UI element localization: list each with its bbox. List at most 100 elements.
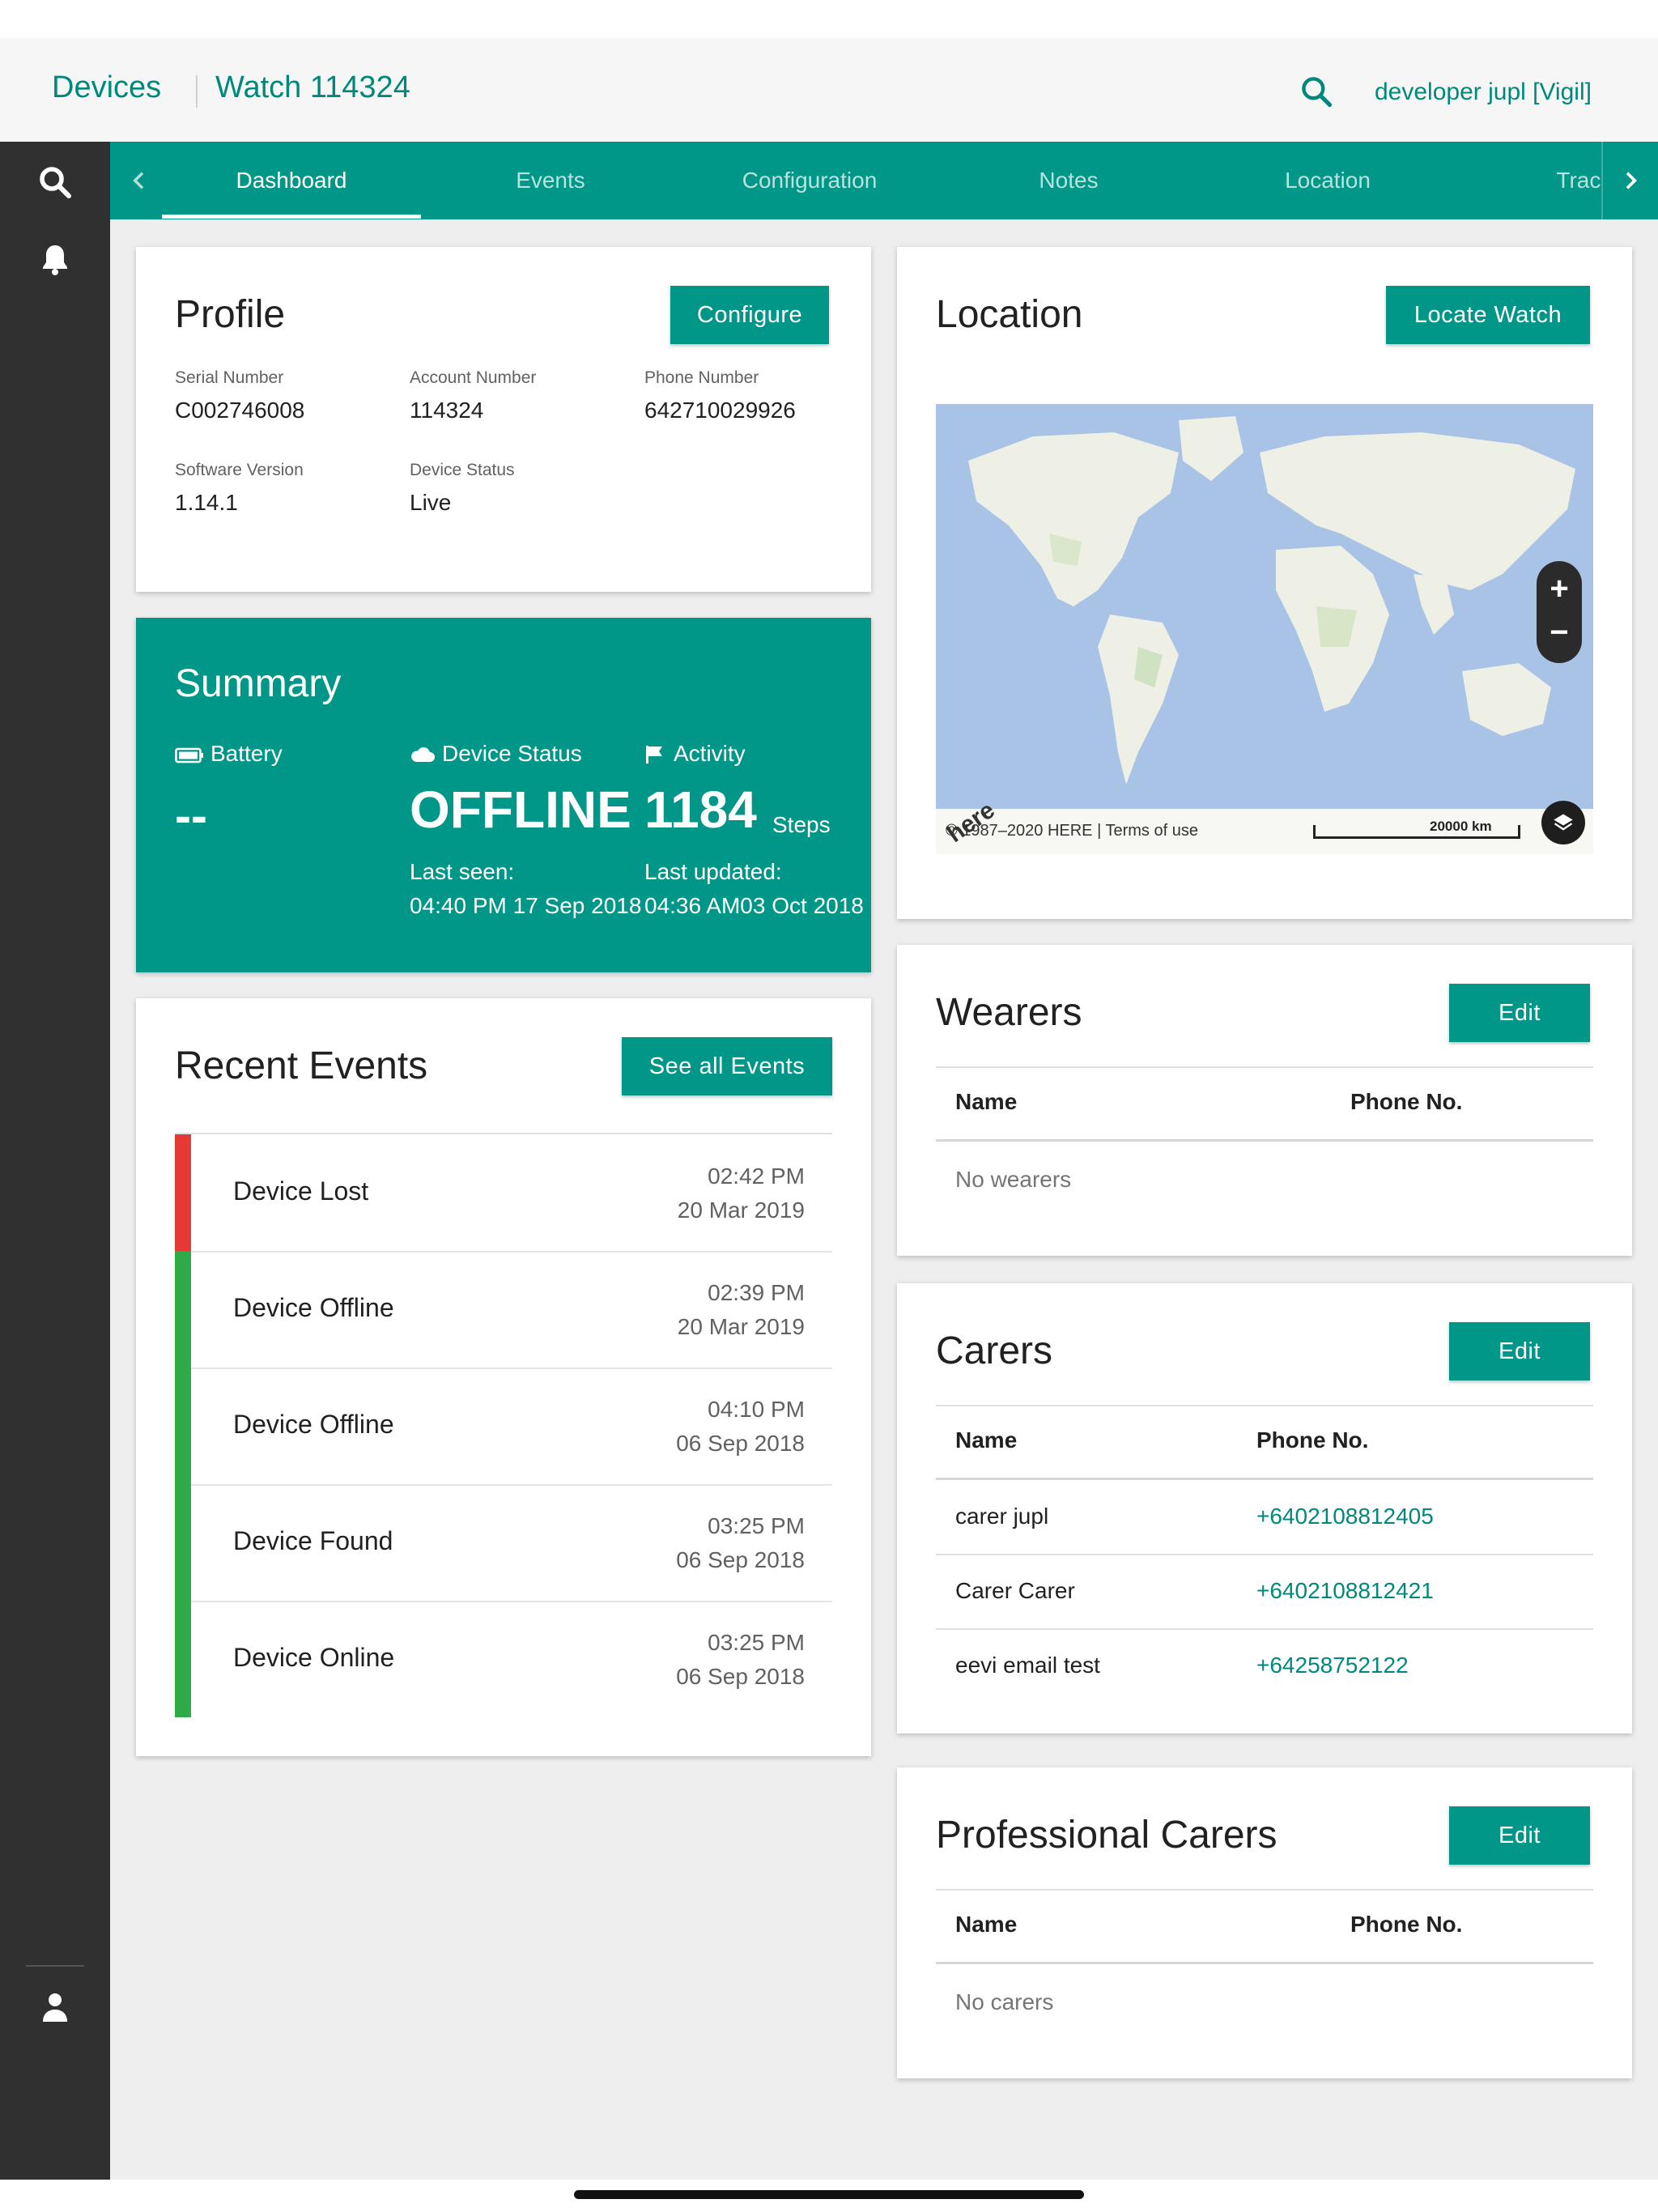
profile-card: Profile Configure Serial Number C0027460… [136, 247, 871, 592]
carers-card: Carers Edit Name Phone No. carer jupl +6… [897, 1283, 1632, 1733]
zoom-out-button[interactable]: − [1537, 610, 1582, 655]
event-time: 03:25 PM [708, 1630, 805, 1655]
professional-carers-edit-button[interactable]: Edit [1449, 1806, 1590, 1865]
event-row[interactable]: Device Lost 02:42 PM 20 Mar 2019 [175, 1134, 832, 1253]
event-date: 06 Sep 2018 [676, 1547, 805, 1572]
carer-phone-link[interactable]: +6402108812405 [1256, 1504, 1434, 1529]
carer-phone-link[interactable]: +6402108812421 [1256, 1578, 1434, 1604]
event-row[interactable]: Device Online 03:25 PM 06 Sep 2018 [175, 1601, 832, 1717]
carers-title: Carers [936, 1329, 1053, 1372]
see-all-events-button[interactable]: See all Events [622, 1037, 832, 1095]
recent-events-card: Recent Events See all Events Device Lost… [136, 998, 871, 1756]
tab-configuration[interactable]: Configuration [680, 142, 939, 219]
tab-bar: Dashboard Events Configuration Notes Loc… [110, 142, 1658, 219]
wearers-header-divider [936, 1139, 1593, 1142]
tab-indicator [162, 215, 421, 219]
carer-name: Carer Carer [955, 1578, 1075, 1603]
tab-scroll-right[interactable] [1601, 142, 1658, 219]
last-updated-value: 04:36 AM03 Oct 2018 [644, 893, 864, 918]
flag-icon [646, 746, 662, 764]
wearers-card: Wearers Edit Name Phone No. No wearers [897, 945, 1632, 1256]
chevron-right-icon[interactable] [1618, 168, 1643, 194]
professional-carers-card: Professional Carers Edit Name Phone No. … [897, 1767, 1632, 2078]
event-time: 02:39 PM [708, 1280, 805, 1305]
search-icon[interactable] [1299, 74, 1334, 109]
locate-watch-button[interactable]: Locate Watch [1386, 286, 1590, 344]
event-title: Device Offline [233, 1410, 394, 1439]
battery-label: Battery [210, 741, 283, 766]
serial-number-value: C002746008 [175, 398, 305, 423]
sidebar [0, 142, 110, 2180]
map-view[interactable]: here © 1987–2020 HERE | Terms of use 200… [936, 404, 1593, 854]
professional-carers-name-header: Name [955, 1912, 1018, 1937]
profile-title: Profile [175, 293, 286, 336]
professional-carers-phone-header: Phone No. [1350, 1912, 1463, 1937]
event-row[interactable]: Device Offline 02:39 PM 20 Mar 2019 [175, 1251, 832, 1369]
software-version-value: 1.14.1 [175, 490, 238, 515]
event-title: Device Lost [233, 1176, 369, 1206]
software-version-label: Software Version [175, 461, 304, 479]
event-title: Device Offline [233, 1293, 394, 1322]
wearers-title: Wearers [936, 991, 1082, 1034]
search-icon[interactable] [36, 163, 74, 202]
sidebar-divider [26, 1965, 84, 1967]
event-time: 03:25 PM [708, 1513, 805, 1538]
breadcrumb-device[interactable]: Watch 114324 [215, 70, 410, 105]
tab-dashboard[interactable]: Dashboard [162, 142, 421, 219]
account-number-value: 114324 [410, 398, 484, 423]
event-title: Device Online [233, 1643, 395, 1672]
event-status-bar [175, 1484, 191, 1601]
home-indicator[interactable] [574, 2190, 1084, 2199]
breadcrumb-devices[interactable]: Devices [52, 70, 161, 105]
professional-carers-header-divider [936, 1962, 1593, 1964]
professional-carers-title: Professional Carers [936, 1814, 1278, 1857]
event-time: 02:42 PM [708, 1163, 805, 1189]
event-status-bar [175, 1601, 191, 1717]
carers-phone-header: Phone No. [1256, 1427, 1369, 1453]
map-copyright[interactable]: © 1987–2020 HERE | Terms of use [946, 822, 1198, 840]
wearers-edit-button[interactable]: Edit [1449, 984, 1590, 1042]
last-seen-label: Last seen: [410, 859, 515, 884]
summary-status-label: Device Status [442, 741, 582, 766]
tab-location[interactable]: Location [1198, 142, 1457, 219]
carer-name: carer jupl [955, 1504, 1049, 1529]
carers-header-divider [936, 1478, 1593, 1480]
last-updated-label: Last updated: [644, 859, 782, 884]
battery-icon [175, 747, 203, 764]
zoom-in-button[interactable]: + [1537, 566, 1582, 611]
carers-edit-button[interactable]: Edit [1449, 1322, 1590, 1380]
zoom-control: + − [1537, 561, 1582, 663]
event-time: 04:10 PM [708, 1397, 805, 1422]
event-title: Device Found [233, 1526, 393, 1555]
chevron-left-icon[interactable] [126, 168, 152, 194]
user-icon[interactable] [36, 1988, 74, 2027]
carers-divider [936, 1405, 1593, 1406]
layers-icon [1554, 814, 1573, 831]
breadcrumb-separator [196, 75, 198, 108]
bell-icon[interactable] [36, 240, 74, 279]
carer-name: eevi email test [955, 1653, 1100, 1678]
map-layers-button[interactable] [1541, 801, 1585, 844]
tab-events[interactable]: Events [421, 142, 680, 219]
professional-carers-empty: No carers [955, 1989, 1054, 2014]
event-row[interactable]: Device Offline 04:10 PM 06 Sep 2018 [175, 1368, 832, 1486]
device-status-label: Device Status [410, 461, 515, 479]
summary-card: Summary Battery -- Device Status OFFLINE… [136, 618, 871, 972]
world-map[interactable] [936, 404, 1593, 854]
user-menu[interactable]: developer jupl [Vigil] [1375, 79, 1592, 106]
recent-events-title: Recent Events [175, 1044, 428, 1087]
event-status-bar [175, 1251, 191, 1368]
event-date: 06 Sep 2018 [676, 1664, 805, 1689]
configure-button[interactable]: Configure [670, 286, 829, 344]
activity-unit: Steps [772, 812, 831, 837]
account-number-label: Account Number [410, 368, 537, 387]
tab-notes[interactable]: Notes [939, 142, 1198, 219]
event-date: 20 Mar 2019 [677, 1197, 805, 1223]
event-row[interactable]: Device Found 03:25 PM 06 Sep 2018 [175, 1484, 832, 1602]
location-title: Location [936, 293, 1083, 336]
wearers-phone-header: Phone No. [1350, 1089, 1463, 1114]
carer-phone-link[interactable]: +64258752122 [1256, 1653, 1409, 1678]
serial-number-label: Serial Number [175, 368, 284, 387]
wearers-divider [936, 1066, 1593, 1068]
battery-value: -- [175, 789, 207, 843]
